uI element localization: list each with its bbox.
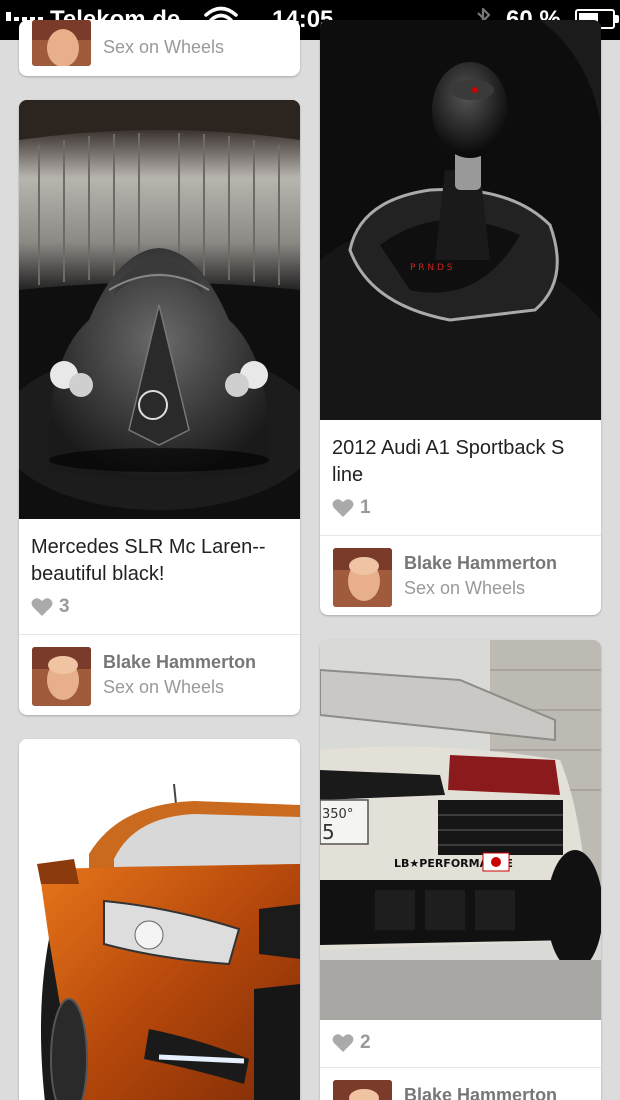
pinner-name[interactable]: Blake Hammerton: [404, 1085, 557, 1100]
like-count[interactable]: 2: [320, 1020, 601, 1064]
pinner-board[interactable]: Sex on Wheels: [103, 677, 224, 698]
pin-image[interactable]: P R N D S: [320, 20, 601, 420]
avatar[interactable]: [32, 20, 91, 66]
heart-icon: [332, 499, 354, 517]
pinner-row[interactable]: Blake Hammerton: [320, 1067, 601, 1100]
like-count-value: 2: [360, 1032, 371, 1053]
avatar[interactable]: [32, 647, 91, 706]
like-count[interactable]: 3: [19, 588, 300, 628]
pinner-board[interactable]: Sex on Wheels: [103, 37, 224, 58]
pin-image[interactable]: [19, 100, 300, 519]
pin-card[interactable]: 350° 5 LB★PERFORMANCE 2 Blake Hammerton: [320, 640, 601, 1100]
pinner-name[interactable]: Blake Hammerton: [103, 652, 256, 673]
pin-card[interactable]: P R N D S 2012 Audi A1 Sportback S line …: [320, 20, 601, 615]
pin-card[interactable]: Mercedes SLR Mc Laren--beautiful black! …: [19, 100, 300, 715]
pinner-row[interactable]: Blake Hammerton Sex on Wheels: [320, 535, 601, 615]
pin-card[interactable]: [19, 739, 300, 1100]
avatar[interactable]: [333, 548, 392, 607]
svg-text:P R N D S: P R N D S: [410, 263, 453, 273]
heart-icon: [332, 1034, 354, 1052]
pin-image[interactable]: 350° 5 LB★PERFORMANCE: [320, 640, 601, 1020]
pinner-row[interactable]: Blake Hammerton Sex on Wheels: [19, 634, 300, 714]
heart-icon: [31, 598, 53, 616]
avatar[interactable]: [333, 1080, 392, 1100]
like-count-value: 3: [59, 596, 70, 617]
like-count-value: 1: [360, 497, 371, 518]
pinner-board[interactable]: Sex on Wheels: [404, 578, 525, 599]
pin-description: Mercedes SLR Mc Laren--beautiful black!: [31, 536, 266, 585]
pin-image[interactable]: [19, 739, 300, 1100]
pin-description: 2012 Audi A1 Sportback S line: [332, 437, 565, 486]
plate-number: 5: [322, 820, 335, 844]
pinner-name[interactable]: Blake Hammerton: [404, 553, 557, 574]
like-count[interactable]: 1: [320, 489, 601, 529]
pin-card[interactable]: Sex on Wheels: [19, 20, 300, 76]
